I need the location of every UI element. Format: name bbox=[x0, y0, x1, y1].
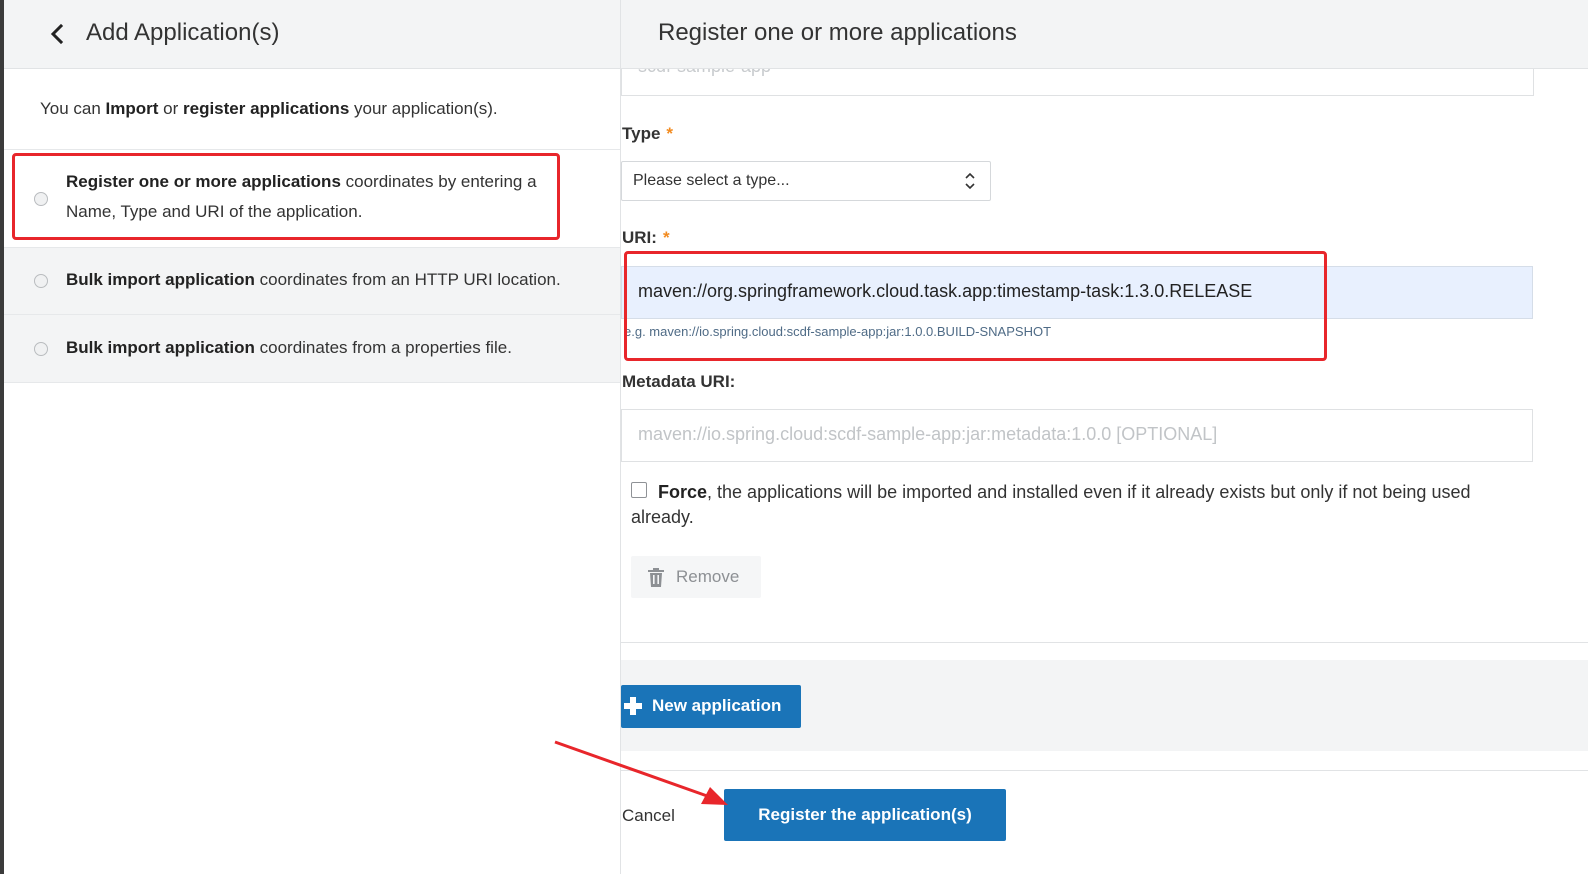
divider bbox=[621, 770, 1588, 771]
uri-input[interactable]: maven://org.springframework.cloud.task.a… bbox=[621, 266, 1533, 319]
option-label: Bulk import application coordinates from… bbox=[66, 338, 512, 357]
option-label: Register one or more applications coordi… bbox=[66, 172, 537, 221]
select-arrows-icon bbox=[965, 172, 975, 190]
form-title: Register one or more applications bbox=[658, 19, 1017, 46]
force-text: Force, the applications will be imported… bbox=[631, 482, 1471, 527]
type-label: Type * bbox=[622, 124, 674, 143]
uri-label: URI: * bbox=[622, 228, 670, 247]
plus-icon bbox=[624, 697, 642, 715]
metadata-uri-label: Metadata URI: bbox=[622, 372, 736, 391]
cancel-button[interactable]: Cancel bbox=[622, 806, 675, 826]
option-label: Bulk import application coordinates from… bbox=[66, 270, 561, 289]
page-title: Add Application(s) bbox=[86, 19, 280, 46]
trash-icon bbox=[648, 568, 664, 587]
force-checkbox[interactable] bbox=[631, 482, 647, 498]
left-panel-header: Add Application(s) bbox=[4, 0, 620, 69]
register-applications-button[interactable]: Register the application(s) bbox=[724, 789, 1006, 841]
radio-bulk-import-uri[interactable] bbox=[34, 274, 48, 288]
radio-register-applications[interactable] bbox=[34, 192, 48, 206]
option-register-applications[interactable]: Register one or more applications coordi… bbox=[4, 150, 620, 248]
chevron-left-icon[interactable] bbox=[46, 21, 70, 47]
intro-text: You can Import or register applications … bbox=[40, 99, 498, 118]
intro-section: You can Import or register applications … bbox=[4, 69, 620, 150]
radio-bulk-import-properties[interactable] bbox=[34, 342, 48, 356]
new-application-button[interactable]: New application bbox=[621, 685, 801, 728]
divider bbox=[621, 642, 1588, 643]
uri-help-text: e.g. maven://io.spring.cloud:scdf-sample… bbox=[624, 324, 1052, 339]
metadata-uri-input[interactable]: maven://io.spring.cloud:scdf-sample-app:… bbox=[621, 409, 1533, 462]
option-bulk-import-uri[interactable]: Bulk import application coordinates from… bbox=[4, 248, 620, 315]
right-panel-header: Register one or more applications bbox=[621, 0, 1588, 69]
type-select[interactable]: Please select a type... bbox=[621, 161, 991, 201]
option-bulk-import-properties[interactable]: Bulk import application coordinates from… bbox=[4, 315, 620, 383]
remove-button[interactable]: Remove bbox=[631, 556, 761, 598]
